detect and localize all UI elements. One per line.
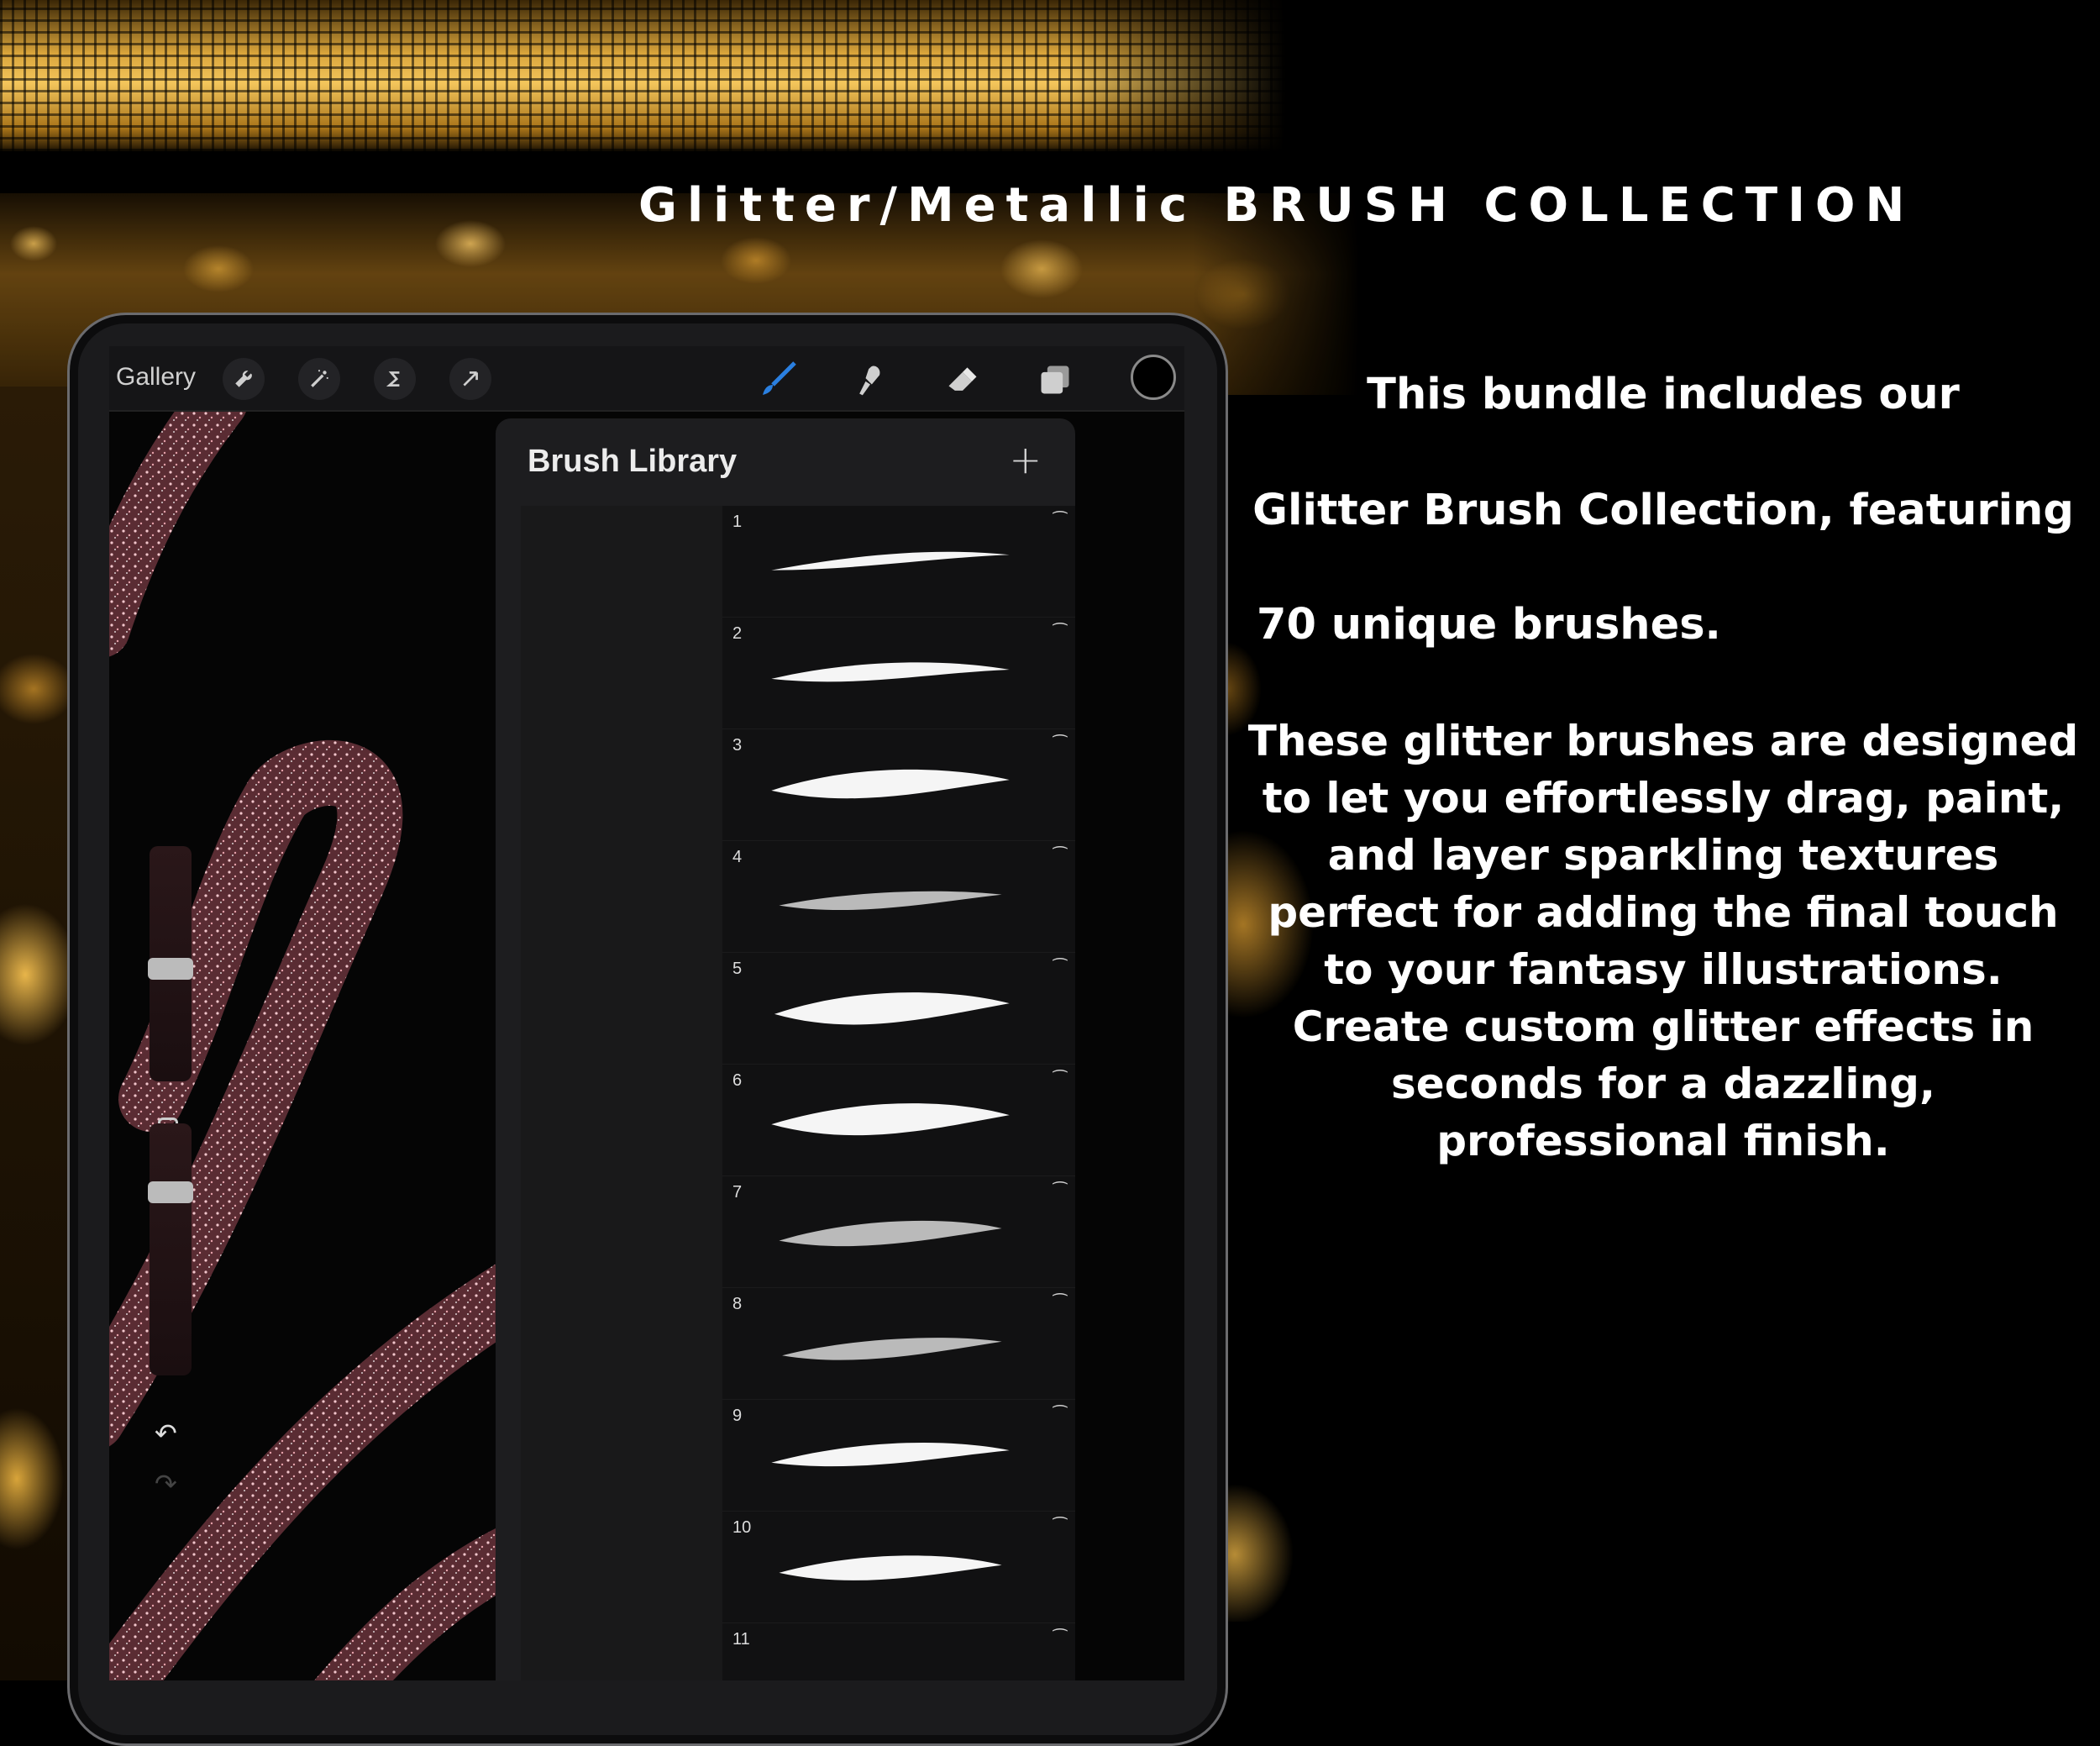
arrow-transform-icon[interactable] <box>449 358 491 400</box>
brush-number: 5 <box>732 960 743 978</box>
app-screen: Gallery ↶ ↷ Brush Library + 1 ⁀ 2 ⁀ 3 ⁀ … <box>109 346 1184 1680</box>
brush-stroke-preview-icon: ⁀ <box>1053 1181 1067 1202</box>
color-swatch-button[interactable] <box>1131 355 1176 400</box>
headline: Glitter/Metallic BRUSH COLLECTION <box>638 178 1915 233</box>
brush-list: 1 ⁀ 2 ⁀ 3 ⁀ 4 ⁀ 5 ⁀ 6 ⁀ 7 ⁀ 8 ⁀ 9 ⁀ 10 ⁀ 11 ⁀ <box>722 506 1075 1680</box>
brush-stroke-preview-icon: ⁀ <box>1053 1293 1067 1313</box>
gallery-button[interactable]: Gallery <box>116 363 196 392</box>
brush-number: 6 <box>732 1071 743 1090</box>
brush-stroke-preview-icon: ⁀ <box>1053 958 1067 978</box>
brush-number: 7 <box>732 1183 743 1202</box>
brush-stroke-preview <box>756 1657 1025 1680</box>
brush-row[interactable]: 6 ⁀ <box>722 1065 1075 1176</box>
description-paragraph: These glitter brushes are designed to le… <box>1247 717 2079 1165</box>
smudge-icon[interactable] <box>848 358 892 402</box>
opacity-handle[interactable] <box>148 1181 193 1203</box>
brush-stroke-preview-icon: ⁀ <box>1053 511 1067 531</box>
brush-stroke-preview-icon: ⁀ <box>1053 623 1067 643</box>
brush-icon[interactable] <box>756 358 800 402</box>
selection-s-icon[interactable] <box>374 358 416 400</box>
eraser-icon[interactable] <box>941 358 984 402</box>
brush-row[interactable]: 2 ⁀ <box>722 618 1075 729</box>
brush-size-handle[interactable] <box>148 958 193 980</box>
wrench-icon[interactable] <box>223 358 265 400</box>
brush-row[interactable]: 11 ⁀ <box>722 1623 1075 1680</box>
redo-icon[interactable]: ↷ <box>155 1468 177 1500</box>
brush-number: 2 <box>732 624 743 643</box>
brush-stroke-preview <box>779 891 1002 911</box>
add-brush-button[interactable]: + <box>1009 437 1042 482</box>
gold-sequin-band <box>0 0 1285 151</box>
brush-stroke-preview-icon: ⁀ <box>1053 734 1067 755</box>
undo-icon[interactable]: ↶ <box>155 1417 177 1449</box>
brush-row[interactable]: 4 ⁀ <box>722 841 1075 953</box>
brush-stroke-preview <box>771 1443 1010 1467</box>
magic-wand-icon[interactable] <box>298 358 340 400</box>
brush-number: 9 <box>732 1407 743 1425</box>
brush-row[interactable]: 3 ⁀ <box>722 729 1075 841</box>
brush-row[interactable]: 7 ⁀ <box>722 1176 1075 1288</box>
brush-stroke-preview <box>782 1338 1002 1360</box>
brush-stroke-preview <box>771 1103 1010 1136</box>
brush-library-panel: Brush Library + 1 ⁀ 2 ⁀ 3 ⁀ 4 ⁀ 5 ⁀ 6 ⁀ 7 ⁀ 8 ⁀ 9 ⁀ 10 ⁀ 11 ⁀ <box>496 418 1075 1680</box>
brush-number: 4 <box>732 848 743 866</box>
brush-stroke-preview-icon: ⁀ <box>1053 1628 1067 1649</box>
brush-row[interactable]: 1 ⁀ <box>722 506 1075 618</box>
description-line-3: 70 unique brushes. <box>1257 600 1721 649</box>
panel-title: Brush Library <box>528 444 738 479</box>
brush-stroke-preview <box>779 1555 1002 1580</box>
brush-stroke-preview-icon: ⁀ <box>1053 1517 1067 1537</box>
brush-sets-column[interactable] <box>521 506 722 1680</box>
brush-number: 8 <box>732 1295 743 1313</box>
brush-stroke-preview-icon: ⁀ <box>1053 1405 1067 1425</box>
brush-number: 11 <box>732 1630 750 1649</box>
description-line-2: Glitter Brush Collection, featuring <box>1252 486 2074 535</box>
brush-number: 1 <box>732 513 743 531</box>
toolbar: Gallery <box>109 346 1184 412</box>
description-line-1: This bundle includes our <box>1367 370 1960 419</box>
brush-row[interactable]: 8 ⁀ <box>722 1288 1075 1400</box>
brush-stroke-preview <box>771 551 1010 571</box>
brush-stroke-preview <box>779 1220 1002 1247</box>
brush-stroke-preview-icon: ⁀ <box>1053 1070 1067 1090</box>
layers-icon[interactable] <box>1033 358 1077 402</box>
brush-number: 10 <box>732 1518 752 1537</box>
brush-number: 3 <box>732 736 743 755</box>
brush-stroke-preview-icon: ⁀ <box>1053 846 1067 866</box>
brush-stroke-preview <box>771 662 1010 682</box>
brush-row[interactable]: 5 ⁀ <box>722 953 1075 1065</box>
brush-stroke-preview <box>774 992 1010 1025</box>
brush-row[interactable]: 9 ⁀ <box>722 1400 1075 1512</box>
brush-row[interactable]: 10 ⁀ <box>722 1512 1075 1623</box>
brush-stroke-preview <box>771 769 1010 799</box>
opacity-slider[interactable] <box>150 1123 192 1375</box>
